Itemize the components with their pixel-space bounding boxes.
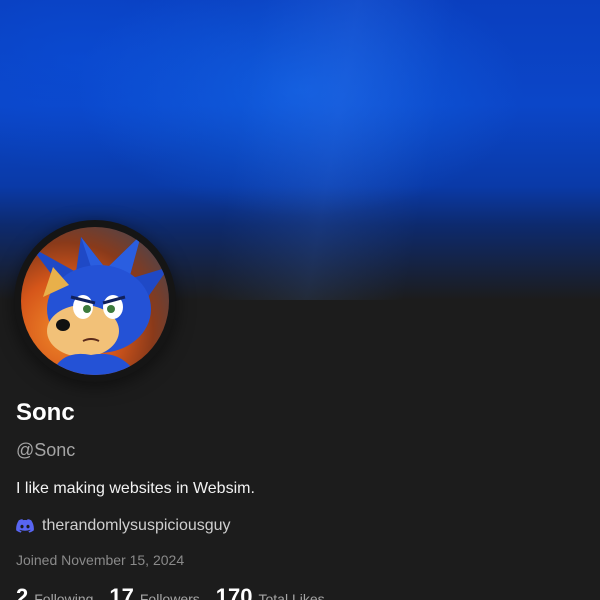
- profile-info: Sonc @Sonc I like making websites in Web…: [16, 398, 584, 570]
- avatar-image: [21, 227, 169, 375]
- following-count: 2: [16, 584, 29, 600]
- likes-label: Total Likes: [258, 591, 325, 600]
- bio: I like making websites in Websim.: [16, 480, 255, 497]
- join-date: Joined November 15, 2024: [16, 552, 185, 568]
- username-handle: @Sonc: [16, 440, 76, 460]
- likes-stat: 170 Total Likes: [216, 584, 325, 600]
- discord-icon: [16, 519, 34, 533]
- following-stat[interactable]: 2 Following: [16, 584, 93, 600]
- display-name: Sonc: [16, 399, 75, 426]
- followers-count: 17: [109, 584, 134, 600]
- likes-count: 170: [215, 584, 253, 600]
- followers-label: Followers: [139, 591, 200, 600]
- discord-username: therandomlysuspiciousguy: [42, 517, 231, 534]
- profile-stats: 2 Following 17 Followers 170 Total Likes: [16, 584, 325, 600]
- followers-stat[interactable]: 17 Followers: [109, 584, 199, 600]
- discord-link[interactable]: therandomlysuspiciousguy: [16, 514, 584, 538]
- following-label: Following: [34, 591, 94, 600]
- avatar[interactable]: [14, 220, 176, 382]
